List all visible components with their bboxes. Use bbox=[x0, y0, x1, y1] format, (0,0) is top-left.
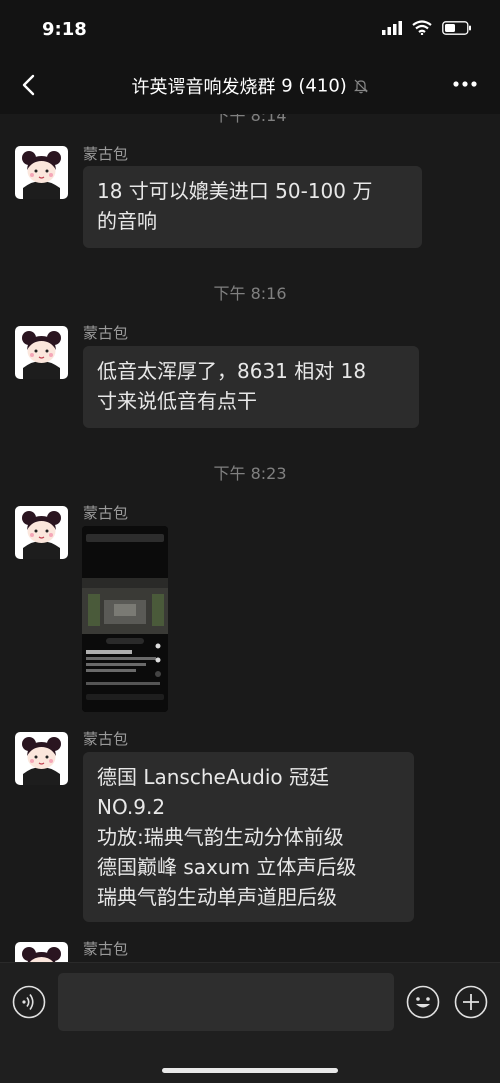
member-count: (410) bbox=[298, 75, 347, 97]
avatar[interactable] bbox=[15, 146, 68, 199]
avatar[interactable] bbox=[15, 326, 68, 379]
message-bubble[interactable]: 18 寸可以媲美进口 50-100 万 的音响 bbox=[83, 166, 422, 248]
wifi-icon bbox=[412, 20, 432, 35]
message-line: 寸来说低音有点干 bbox=[97, 389, 257, 413]
chat-content[interactable]: 下午 8:14 蒙古包 18 寸可以媲美进口 50-100 万 的音响 下午 8… bbox=[0, 100, 500, 962]
message-input[interactable] bbox=[58, 973, 394, 1031]
sender-name: 蒙古包 bbox=[83, 504, 129, 522]
sender-name: 蒙古包 bbox=[83, 145, 129, 163]
avatar-girl-icon bbox=[22, 151, 61, 199]
home-indicator[interactable] bbox=[162, 1068, 338, 1073]
group-name: 许英谔音响发烧群 bbox=[131, 77, 276, 98]
avatar-girl-icon bbox=[22, 737, 61, 785]
image-message[interactable] bbox=[82, 526, 168, 712]
message-line: 功放:瑞典气韵生动分体前级 bbox=[97, 825, 344, 849]
timestamp: 下午 8:23 bbox=[213, 464, 287, 483]
message-line: 德国巅峰 saxum 立体声后级 bbox=[97, 855, 357, 879]
status-time: 9:18 bbox=[42, 19, 87, 40]
plus-icon[interactable] bbox=[454, 985, 488, 1019]
status-icons bbox=[382, 20, 472, 35]
message-line: NO.9.2 bbox=[97, 795, 166, 819]
message-bubble[interactable]: 德国 LanscheAudio 冠廷 NO.9.2 功放:瑞典气韵生动分体前级 … bbox=[83, 752, 414, 922]
message-bubble[interactable]: 低音太浑厚了，8631 相对 18 寸来说低音有点干 bbox=[83, 346, 419, 428]
timestamp: 下午 8:16 bbox=[213, 284, 287, 303]
image-thumbnail bbox=[82, 526, 168, 712]
sender-name: 蒙古包 bbox=[83, 324, 129, 342]
signal-icon bbox=[382, 20, 402, 35]
message-line: 的音响 bbox=[97, 209, 157, 233]
bell-off-icon bbox=[353, 79, 368, 94]
chat-title: 许英谔音响发烧群 9 (410) bbox=[70, 73, 430, 99]
chevron-left-icon[interactable] bbox=[16, 70, 44, 100]
message-line: 德国 LanscheAudio 冠廷 bbox=[97, 765, 330, 789]
more-icon[interactable] bbox=[450, 72, 480, 96]
message-line: 低音太浑厚了，8631 相对 18 bbox=[97, 359, 367, 383]
battery-icon bbox=[442, 20, 471, 35]
avatar-girl-icon bbox=[22, 331, 61, 379]
avatar[interactable] bbox=[15, 942, 68, 962]
message-line: 18 寸可以媲美进口 50-100 万 bbox=[97, 179, 373, 203]
input-bar bbox=[0, 962, 500, 1083]
emoji-icon[interactable] bbox=[406, 985, 440, 1019]
sender-name: 蒙古包 bbox=[83, 730, 129, 748]
sender-name: 蒙古包 bbox=[83, 940, 129, 958]
chat-header: 许英谔音响发烧群 9 (410) bbox=[0, 58, 500, 114]
avatar[interactable] bbox=[15, 732, 68, 785]
group-number: 9 bbox=[281, 75, 293, 97]
voice-icon[interactable] bbox=[12, 985, 46, 1019]
avatar-girl-icon bbox=[22, 947, 61, 962]
status-bar: 9:18 bbox=[0, 0, 500, 58]
avatar[interactable] bbox=[15, 506, 68, 559]
message-line: 瑞典气韵生动单声道胆后级 bbox=[97, 885, 337, 909]
avatar-girl-icon bbox=[22, 511, 61, 559]
